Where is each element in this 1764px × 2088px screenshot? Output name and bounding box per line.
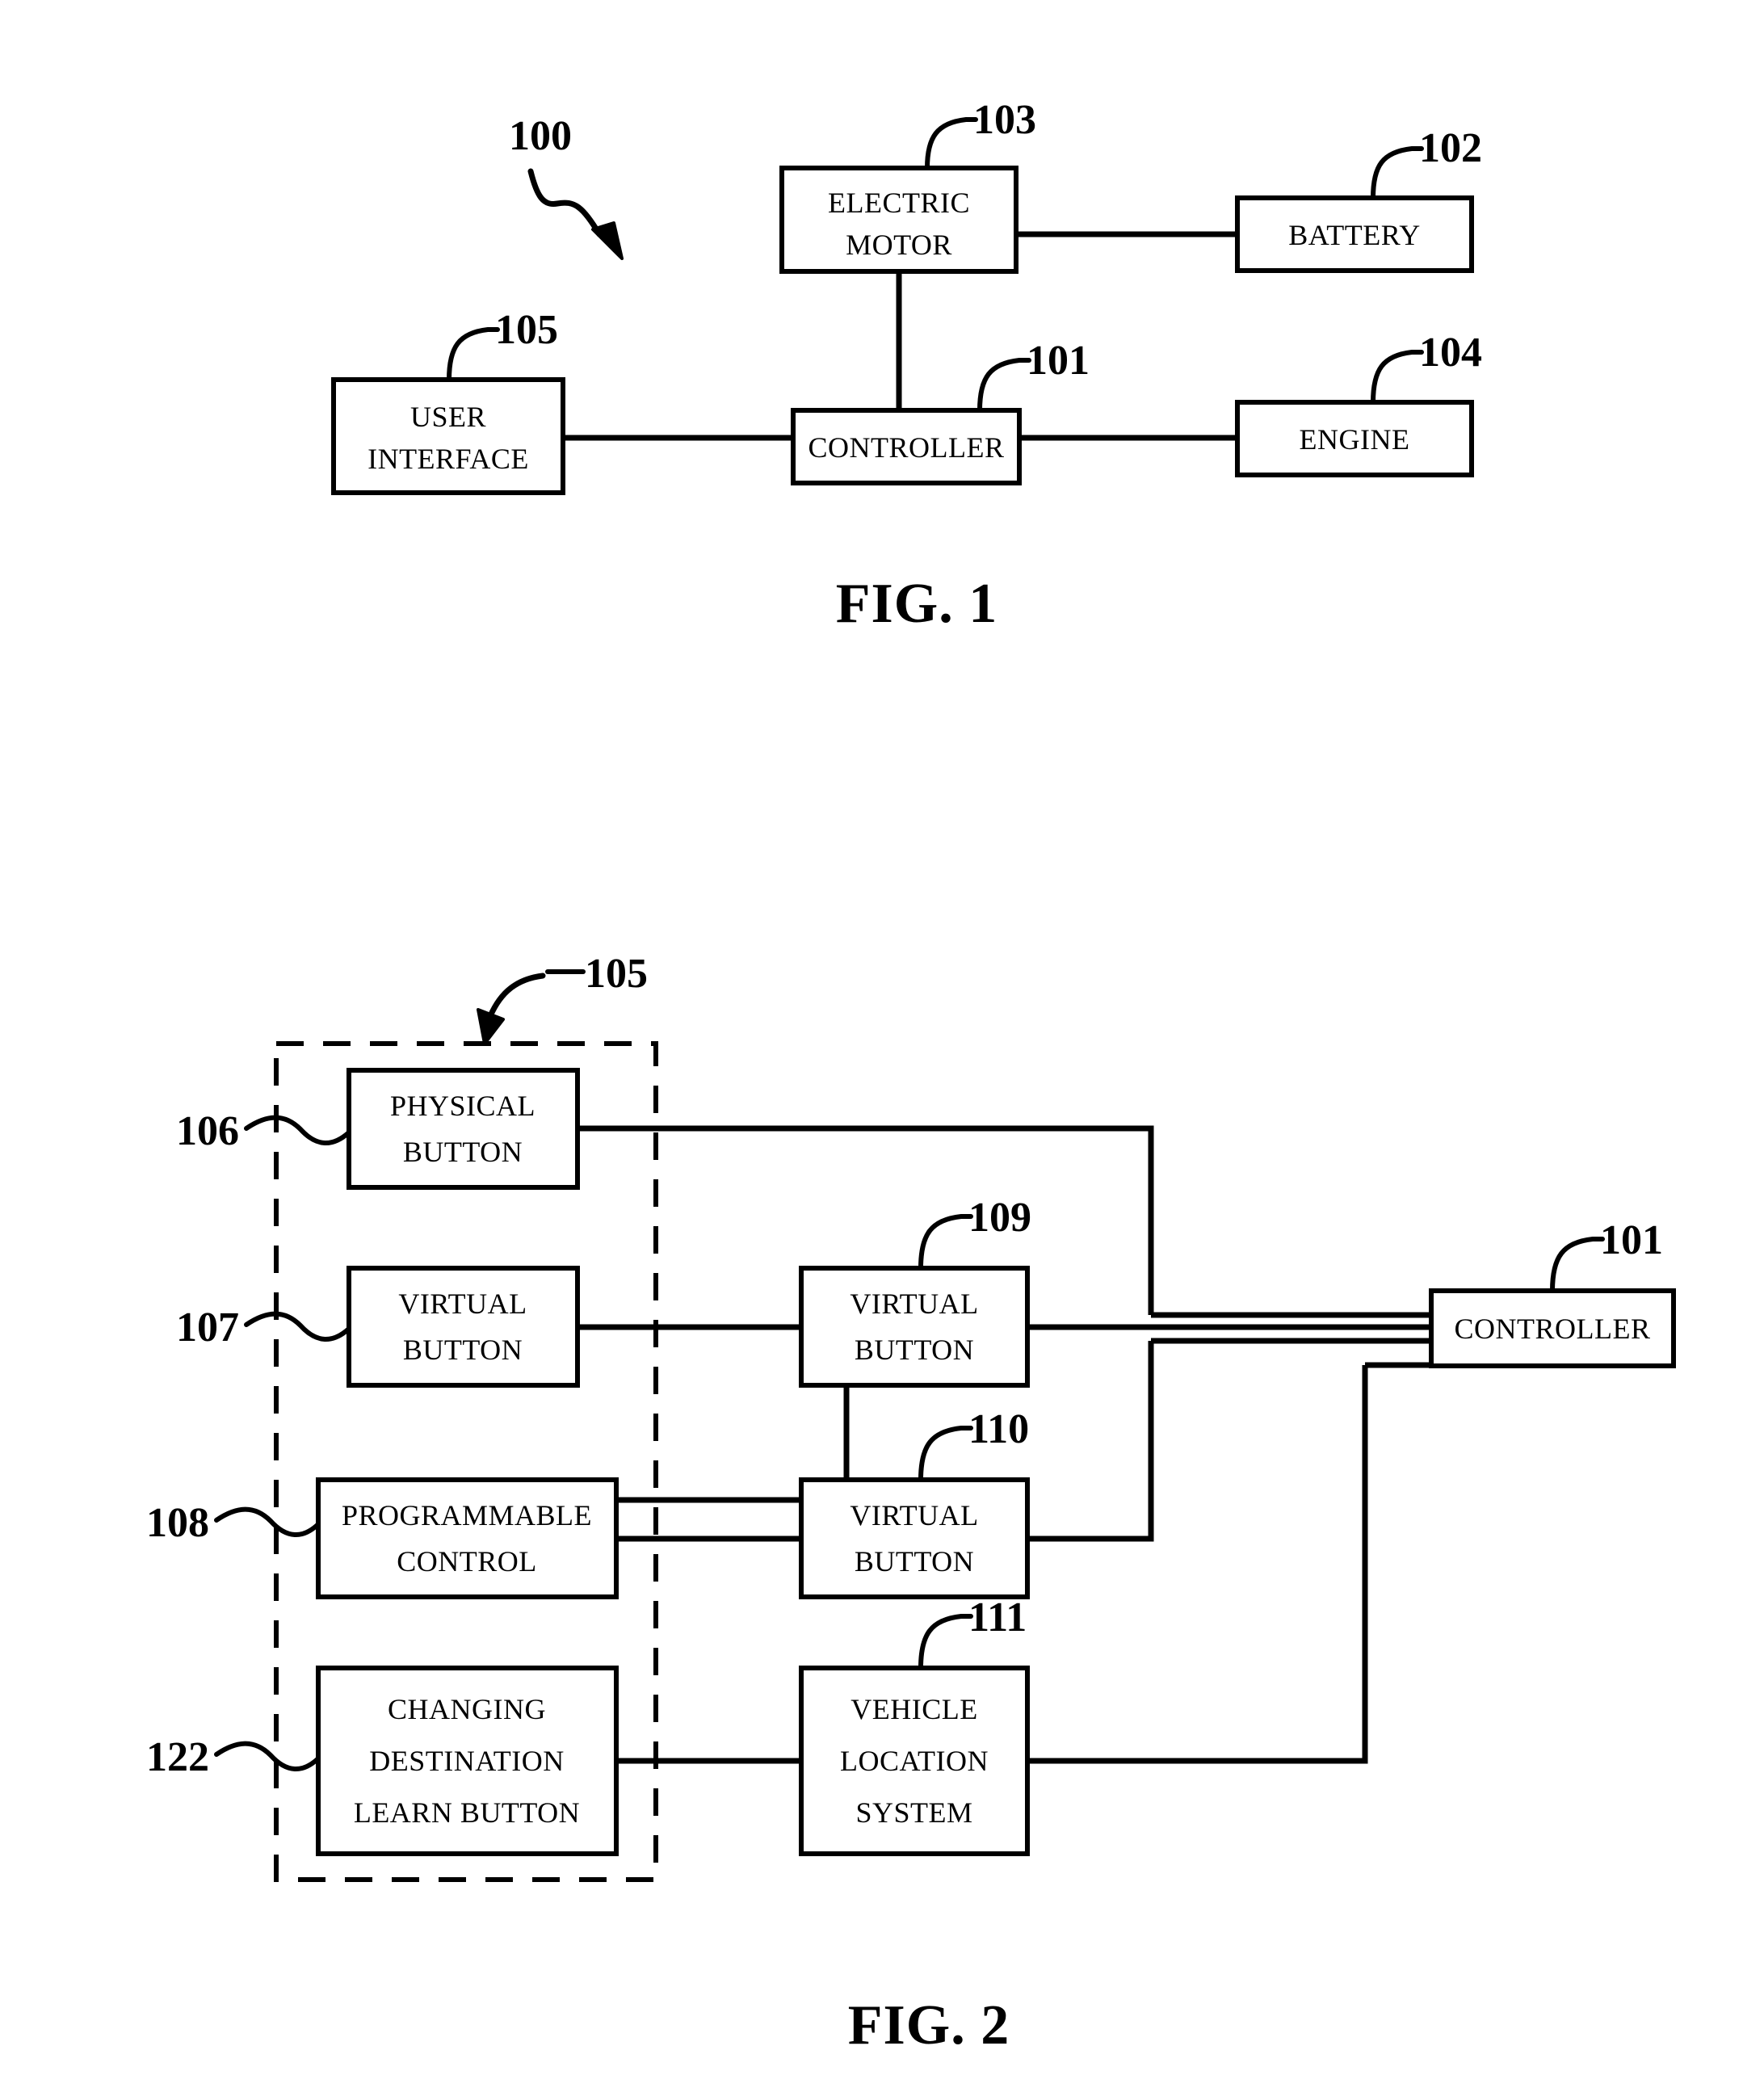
fig2-ref-122: 122 [146,1734,209,1780]
fig2-enclosure-105-callout: 105 [477,951,648,1045]
system-100-callout [527,168,624,260]
fig1-ref-104-leader [1371,350,1424,405]
fig2-vehicle-location-label-line3: SYSTEM [855,1796,972,1829]
fig2-conn-110-controller-v [1027,1341,1154,1542]
fig1-ref-102: 102 [1419,125,1482,171]
system-100-arrowhead [591,221,624,260]
fig1-user-interface-label-line1: USER [410,401,486,433]
fig2-changing-destination-label-line1: CHANGING [388,1693,546,1725]
fig1-ref-105-leader [447,327,500,382]
fig2-ref-106: 106 [176,1108,239,1154]
fig1-engine-label: ENGINE [1300,423,1410,456]
fig1-ref-101-leader [977,358,1031,413]
fig2-physical-button-label-line1: PHYSICAL [390,1090,536,1122]
fig1-ref-100: 100 [509,113,572,159]
fig1-caption: FIG. 1 [836,573,998,635]
fig2-programmable-control-box [316,1477,619,1599]
fig2-changing-destination-label-line2: DESTINATION [369,1745,564,1777]
fig2-ref-108: 108 [146,1500,209,1546]
system-100-arrow-stem [527,168,603,237]
fig2-ref-111-leader [918,1614,973,1670]
fig2-controller-label: CONTROLLER [1455,1313,1651,1345]
fig2-ref-107: 107 [176,1304,239,1351]
fig1-user-interface-box [331,377,565,495]
fig2-ref-122-leader [214,1741,321,1771]
fig2-ref-105-arrowhead [477,1008,505,1045]
fig1-ref-102-leader [1371,146,1424,200]
fig1-ref-103: 103 [973,97,1036,143]
fig2-virtual-button-109-label-line2: BUTTON [855,1334,974,1366]
fig1-user-interface-label-line2: INTERFACE [368,443,529,475]
fig1-battery-label: BATTERY [1288,219,1421,251]
fig2-ref-107-leader [244,1311,351,1342]
fig1-ref-105: 105 [495,307,558,353]
fig2-changing-destination-label-line3: LEARN BUTTON [354,1796,580,1829]
fig2-virtual-button-110-box [799,1477,1030,1599]
patent-figures-svg: ELECTRIC MOTOR BATTERY USER INTERFACE CO… [146,97,1676,2056]
fig1-ref-101: 101 [1027,338,1090,384]
fig2-virtual-button-107-box [346,1266,580,1388]
fig2-ref-101-leader [1550,1237,1605,1293]
fig1-controller-label: CONTROLLER [808,431,1005,464]
fig2-caption: FIG. 2 [848,1994,1010,2056]
fig2-virtual-button-109-box [799,1266,1030,1388]
fig2-ref-105: 105 [585,951,648,997]
fig1-ref-103-leader [925,117,978,170]
fig2-conn-111-controller-v [1027,1365,1368,1764]
fig1-electric-motor-label-line1: ELECTRIC [828,187,970,219]
fig2-ref-109-leader [918,1214,973,1271]
fig1-ref-104: 104 [1419,330,1482,376]
fig2-vehicle-location-label-line1: VEHICLE [850,1693,977,1725]
fig1-electric-motor-label-line2: MOTOR [846,229,952,261]
fig2-ref-108-leader [214,1506,321,1537]
fig2-virtual-button-107-label-line1: VIRTUAL [398,1288,527,1320]
patent-drawing-sheet: ELECTRIC MOTOR BATTERY USER INTERFACE CO… [0,0,1764,2088]
fig2-virtual-button-109-label-line1: VIRTUAL [850,1288,978,1320]
fig2-virtual-button-107-label-line2: BUTTON [403,1334,523,1366]
fig2-ref-106-leader [244,1115,351,1145]
fig2-programmable-control-label-line1: PROGRAMMABLE [342,1499,592,1531]
fig2-ref-101: 101 [1600,1217,1663,1263]
fig2-ref-110: 110 [968,1406,1029,1452]
fig2-physical-button-box [346,1068,580,1190]
fig2-virtual-button-110-label-line2: BUTTON [855,1545,974,1578]
fig2-ref-109: 109 [968,1195,1031,1241]
fig2-virtual-button-110-label-line1: VIRTUAL [850,1499,978,1531]
figure-2-group: PHYSICAL BUTTON VIRTUAL BUTTON PROGRAMMA… [146,951,1676,2056]
fig2-ref-111: 111 [968,1594,1027,1641]
fig2-ref-105-arrow-stem [487,973,546,1019]
fig2-vehicle-location-label-line2: LOCATION [840,1745,989,1777]
figure-1-group: ELECTRIC MOTOR BATTERY USER INTERFACE CO… [331,97,1482,635]
fig2-programmable-control-label-line2: CONTROL [397,1545,537,1578]
fig2-ref-110-leader [918,1426,973,1482]
fig2-physical-button-label-line2: BUTTON [403,1136,523,1168]
